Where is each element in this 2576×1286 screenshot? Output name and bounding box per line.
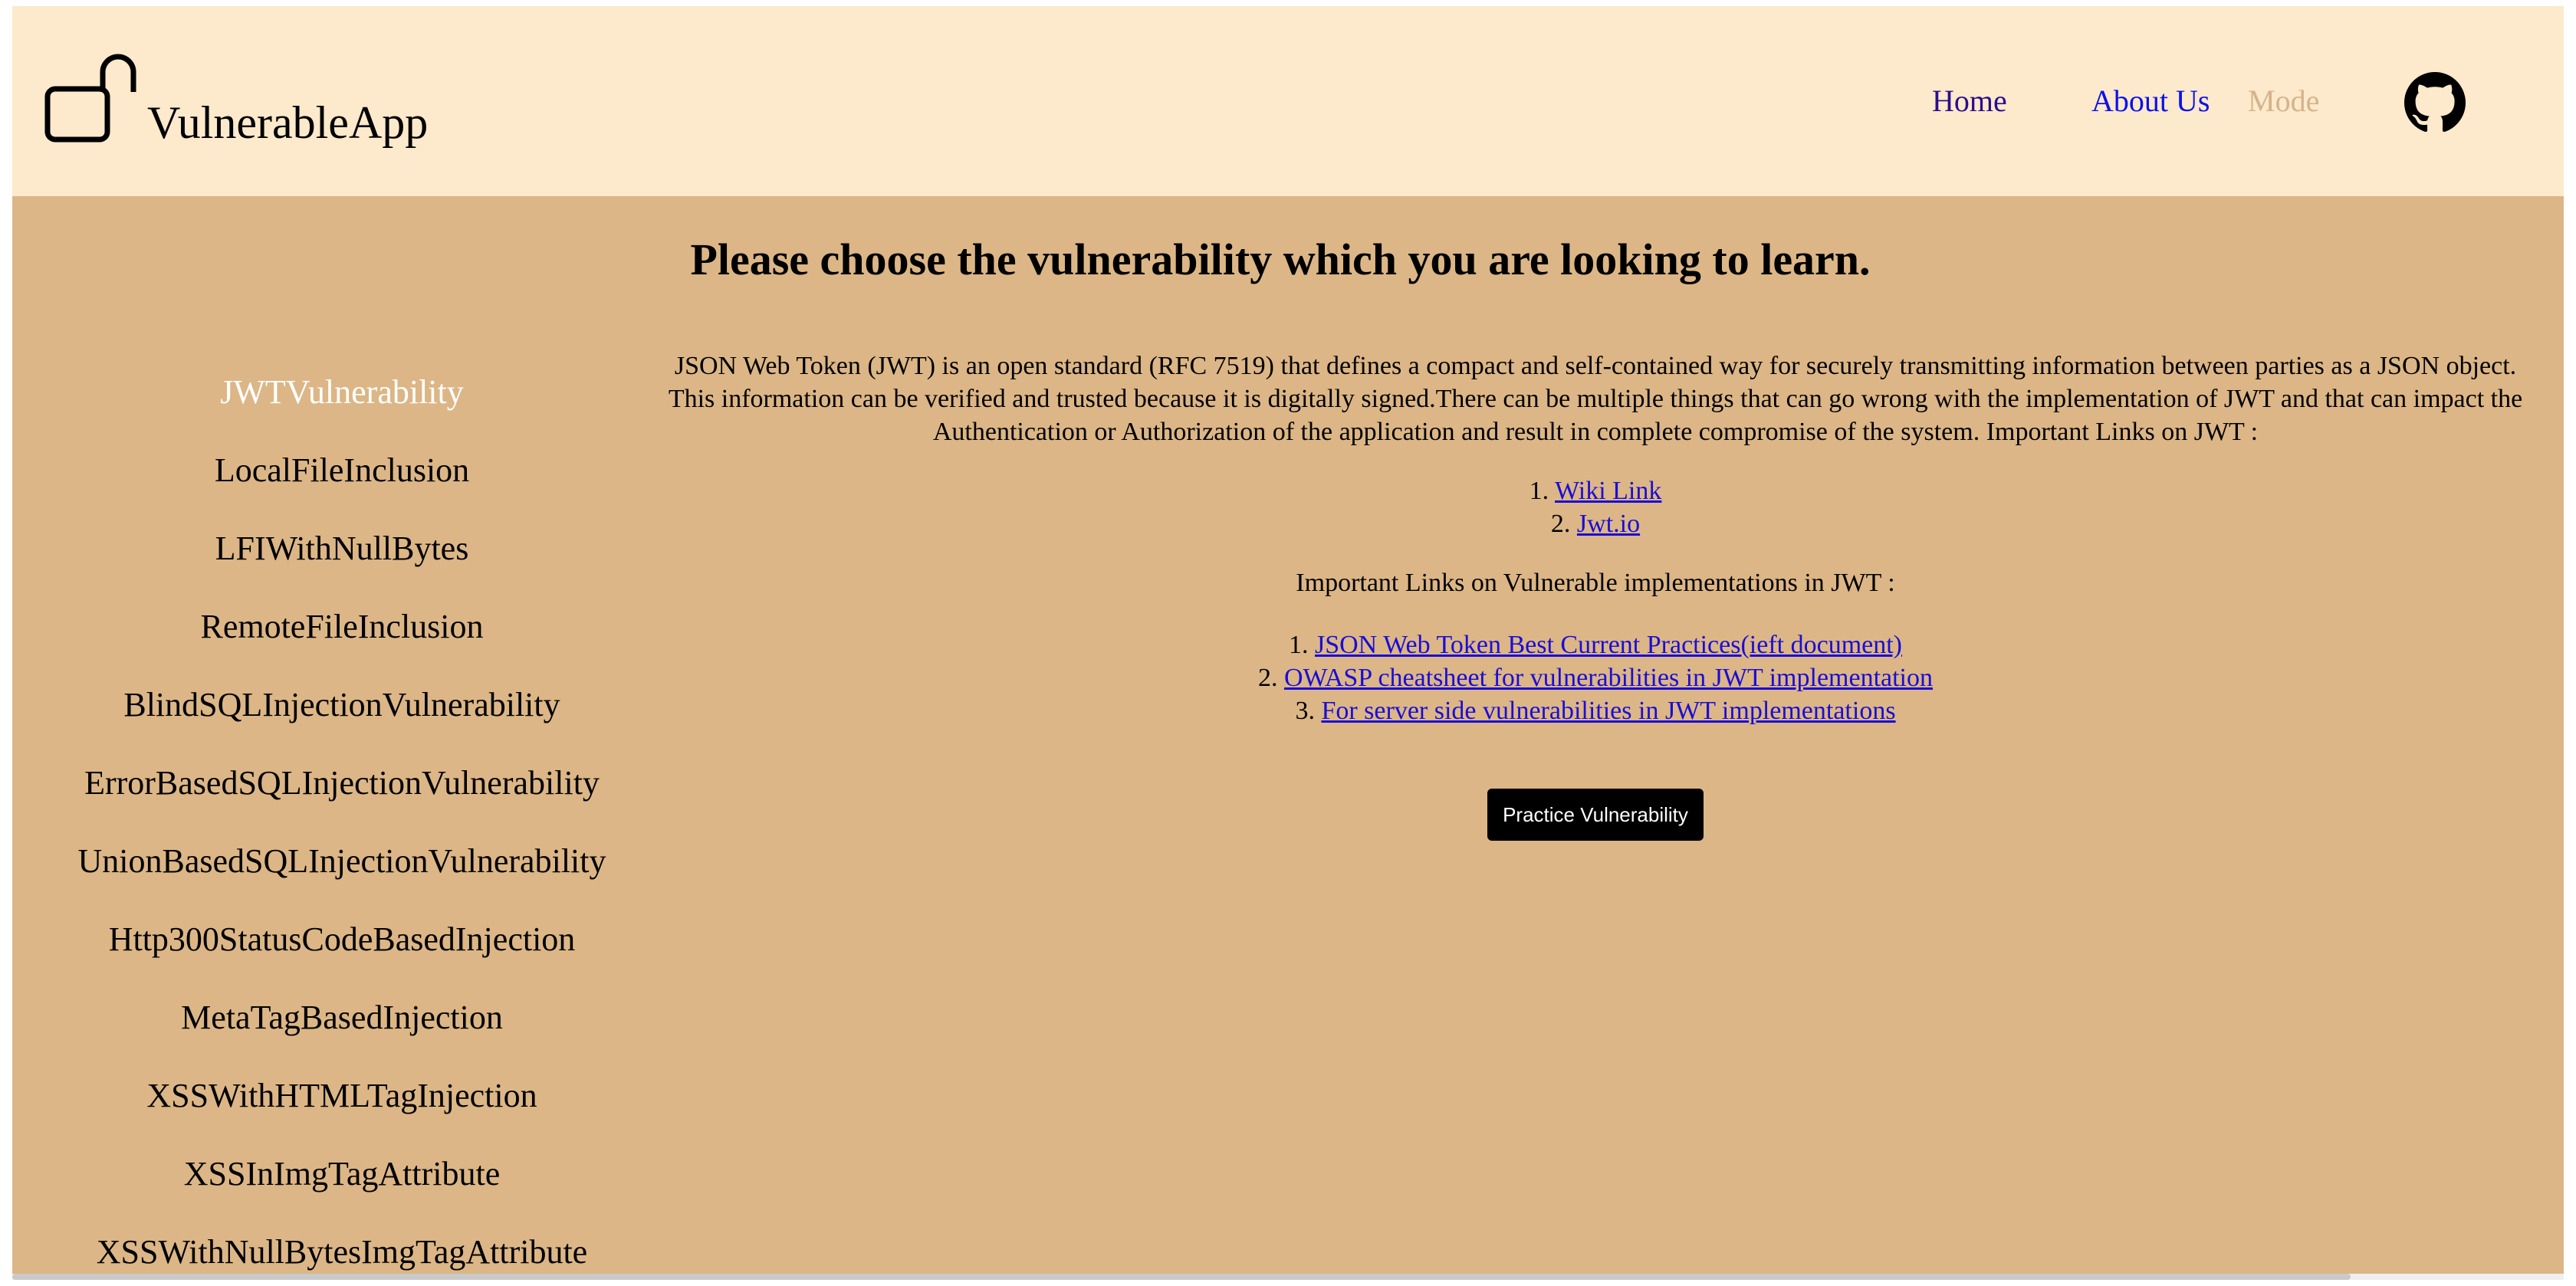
page-heading: Please choose the vulnerability which yo…	[12, 233, 2564, 287]
sidebar-item-xssinimgtagattribute[interactable]: XSSInImgTagAttribute	[43, 1153, 641, 1231]
jwt-io-link[interactable]: Jwt.io	[1577, 510, 1640, 538]
header-bar: VulnerableApp Home About Us Mode	[12, 6, 2564, 196]
nav-home-link[interactable]: Home	[1932, 81, 2007, 121]
jwt-best-practices-link[interactable]: JSON Web Token Best Current Practices(ie…	[1315, 631, 1902, 659]
wiki-link[interactable]: Wiki Link	[1555, 477, 1661, 505]
github-icon[interactable]	[2404, 72, 2466, 133]
list-number: 1.	[1529, 477, 1549, 505]
jwt-links-list: 1. Wiki Link 2. Jwt.io	[649, 474, 2542, 540]
main-content: Please choose the vulnerability which yo…	[12, 196, 2564, 1280]
unlocked-padlock-icon	[44, 54, 136, 143]
description-text: JSON Web Token (JWT) is an open standard…	[668, 352, 2523, 446]
list-item: 3. For server side vulnerabilities in JW…	[649, 694, 2542, 727]
sidebar-item-xsswithhtmltaginjection[interactable]: XSSWithHTMLTagInjection	[43, 1074, 641, 1153]
app-window: VulnerableApp Home About Us Mode Please …	[12, 6, 2564, 1280]
nav-about-link[interactable]: About Us	[2091, 81, 2210, 121]
sidebar-item-jwtvulnerability[interactable]: JWTVulnerability	[43, 371, 641, 449]
sidebar-item-localfileinclusion[interactable]: LocalFileInclusion	[43, 449, 641, 527]
sidebar-item-unionbasedsqlinjection[interactable]: UnionBasedSQLInjectionVulnerability	[43, 840, 641, 918]
sidebar-item-lfiwithnullbytes[interactable]: LFIWithNullBytes	[43, 527, 641, 605]
list-item: 1. Wiki Link	[649, 474, 2542, 507]
owasp-cheatsheet-link[interactable]: OWASP cheatsheet for vulnerabilities in …	[1284, 664, 1933, 692]
sidebar-item-http300statuscodeinjection[interactable]: Http300StatusCodeBasedInjection	[43, 918, 641, 996]
vulnerability-description-panel: JSON Web Token (JWT) is an open standard…	[649, 349, 2542, 841]
list-item: 2. Jwt.io	[649, 507, 2542, 540]
sidebar-item-blindsqlinjection[interactable]: BlindSQLInjectionVulnerability	[43, 684, 641, 762]
list-number: 2.	[1550, 510, 1571, 538]
vulnerable-links-list: 1. JSON Web Token Best Current Practices…	[649, 628, 2542, 727]
practice-vulnerability-button[interactable]: Practice Vulnerability	[1487, 789, 1704, 841]
list-item: 2. OWASP cheatsheet for vulnerabilities …	[649, 661, 2542, 694]
page-heading-text: Please choose the vulnerability which yo…	[690, 235, 1871, 284]
sidebar-item-xsswithnullbytesimgtag[interactable]: XSSWithNullBytesImgTagAttribute	[43, 1231, 641, 1280]
list-number: 3.	[1295, 697, 1315, 725]
list-number: 2.	[1257, 664, 1278, 692]
sidebar-item-errorbasedsqlinjection[interactable]: ErrorBasedSQLInjectionVulnerability	[43, 762, 641, 840]
sidebar-item-remotefileinclusion[interactable]: RemoteFileInclusion	[43, 605, 641, 684]
vulnerability-sidebar: JWTVulnerability LocalFileInclusion LFIW…	[43, 371, 641, 1280]
sidebar-item-metataginjection[interactable]: MetaTagBasedInjection	[43, 996, 641, 1074]
scrollbar-thumb[interactable]	[12, 1274, 2351, 1280]
nav-mode-link[interactable]: Mode	[2248, 81, 2319, 121]
list-number: 1.	[1288, 631, 1309, 659]
vulnerable-implementations-heading: Important Links on Vulnerable implementa…	[1296, 569, 1895, 597]
list-item: 1. JSON Web Token Best Current Practices…	[649, 628, 2542, 661]
server-side-vulnerabilities-link[interactable]: For server side vulnerabilities in JWT i…	[1321, 697, 1895, 725]
brand-title[interactable]: VulnerableApp	[147, 95, 428, 150]
